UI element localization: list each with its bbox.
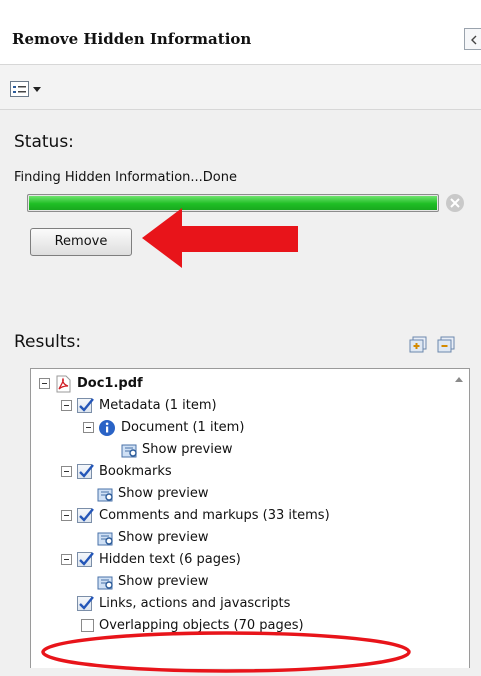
checkmark-icon[interactable] bbox=[77, 464, 94, 479]
main-panel: Status: Finding Hidden Information...Don… bbox=[0, 110, 481, 676]
tree-node-label: Show preview bbox=[118, 574, 209, 589]
status-heading: Status: bbox=[14, 132, 74, 152]
tree-node-label: Show preview bbox=[142, 442, 233, 457]
tree-node-label: Doc1.pdf bbox=[77, 376, 143, 391]
tree-node-comments[interactable]: Comments and markups (33 items) bbox=[61, 505, 421, 527]
tree-node-bookmarks[interactable]: Bookmarks bbox=[61, 461, 361, 483]
chevron-left-icon bbox=[471, 35, 477, 45]
options-menu-button[interactable] bbox=[10, 81, 44, 101]
tree-node-label: Show preview bbox=[118, 486, 209, 501]
show-preview-link[interactable]: Show preview bbox=[97, 527, 297, 549]
status-message: Finding Hidden Information...Done bbox=[14, 170, 237, 185]
expand-all-icon[interactable] bbox=[408, 336, 428, 354]
remove-button[interactable]: Remove bbox=[30, 228, 132, 256]
collapse-toggle-icon[interactable] bbox=[61, 510, 72, 521]
options-list-icon bbox=[10, 81, 29, 97]
tree-node-label: Document (1 item) bbox=[121, 420, 245, 435]
collapse-toggle-icon[interactable] bbox=[61, 466, 72, 477]
tree-node-doc[interactable]: Doc1.pdf bbox=[39, 373, 339, 395]
pdf-file-icon bbox=[54, 375, 72, 393]
collapse-all-icon[interactable] bbox=[436, 336, 456, 354]
preview-icon bbox=[121, 441, 139, 459]
tree-node-metadata[interactable]: Metadata (1 item) bbox=[61, 395, 361, 417]
results-heading: Results: bbox=[14, 332, 82, 352]
tree-node-document[interactable]: Document (1 item) bbox=[83, 417, 383, 439]
results-tree: Doc1.pdf Metadata (1 item) Document (1 i… bbox=[30, 368, 470, 668]
tree-node-hidden-text[interactable]: Hidden text (6 pages) bbox=[61, 549, 361, 571]
show-preview-link[interactable]: Show preview bbox=[97, 571, 297, 593]
checkmark-icon[interactable] bbox=[77, 398, 94, 413]
tree-node-label: Links, actions and javascripts bbox=[99, 596, 291, 611]
tree-node-label: Hidden text (6 pages) bbox=[99, 552, 241, 567]
show-preview-link[interactable]: Show preview bbox=[121, 439, 321, 461]
checkmark-icon[interactable] bbox=[77, 508, 94, 523]
scroll-up-arrow[interactable] bbox=[455, 377, 463, 382]
tree-node-label: Show preview bbox=[118, 530, 209, 545]
tree-node-overlapping[interactable]: Overlapping objects (70 pages) bbox=[81, 615, 421, 637]
preview-icon bbox=[97, 485, 115, 503]
collapse-panel-button[interactable] bbox=[464, 28, 481, 50]
collapse-toggle-icon[interactable] bbox=[61, 400, 72, 411]
panel-header: Remove Hidden Information bbox=[0, 0, 481, 64]
cancel-icon[interactable] bbox=[446, 194, 464, 212]
tree-node-label: Overlapping objects (70 pages) bbox=[99, 618, 304, 633]
preview-icon bbox=[97, 573, 115, 591]
checkmark-icon[interactable] bbox=[77, 596, 94, 611]
tree-node-label: Comments and markups (33 items) bbox=[99, 508, 330, 523]
tree-node-links[interactable]: Links, actions and javascripts bbox=[77, 593, 417, 615]
collapse-toggle-icon[interactable] bbox=[61, 554, 72, 565]
show-preview-link[interactable]: Show preview bbox=[97, 483, 297, 505]
toolbar bbox=[0, 64, 481, 110]
preview-icon bbox=[97, 529, 115, 547]
tree-node-label: Bookmarks bbox=[99, 464, 172, 479]
red-arrow-annotation bbox=[142, 208, 298, 268]
collapse-toggle-icon[interactable] bbox=[83, 422, 94, 433]
panel-title: Remove Hidden Information bbox=[12, 30, 252, 48]
checkmark-icon[interactable] bbox=[77, 552, 94, 567]
collapse-toggle-icon[interactable] bbox=[39, 378, 50, 389]
info-icon bbox=[98, 419, 116, 437]
tree-node-label: Metadata (1 item) bbox=[99, 398, 217, 413]
dropdown-arrow-icon bbox=[33, 87, 41, 92]
checkbox-empty-icon[interactable] bbox=[81, 619, 94, 632]
